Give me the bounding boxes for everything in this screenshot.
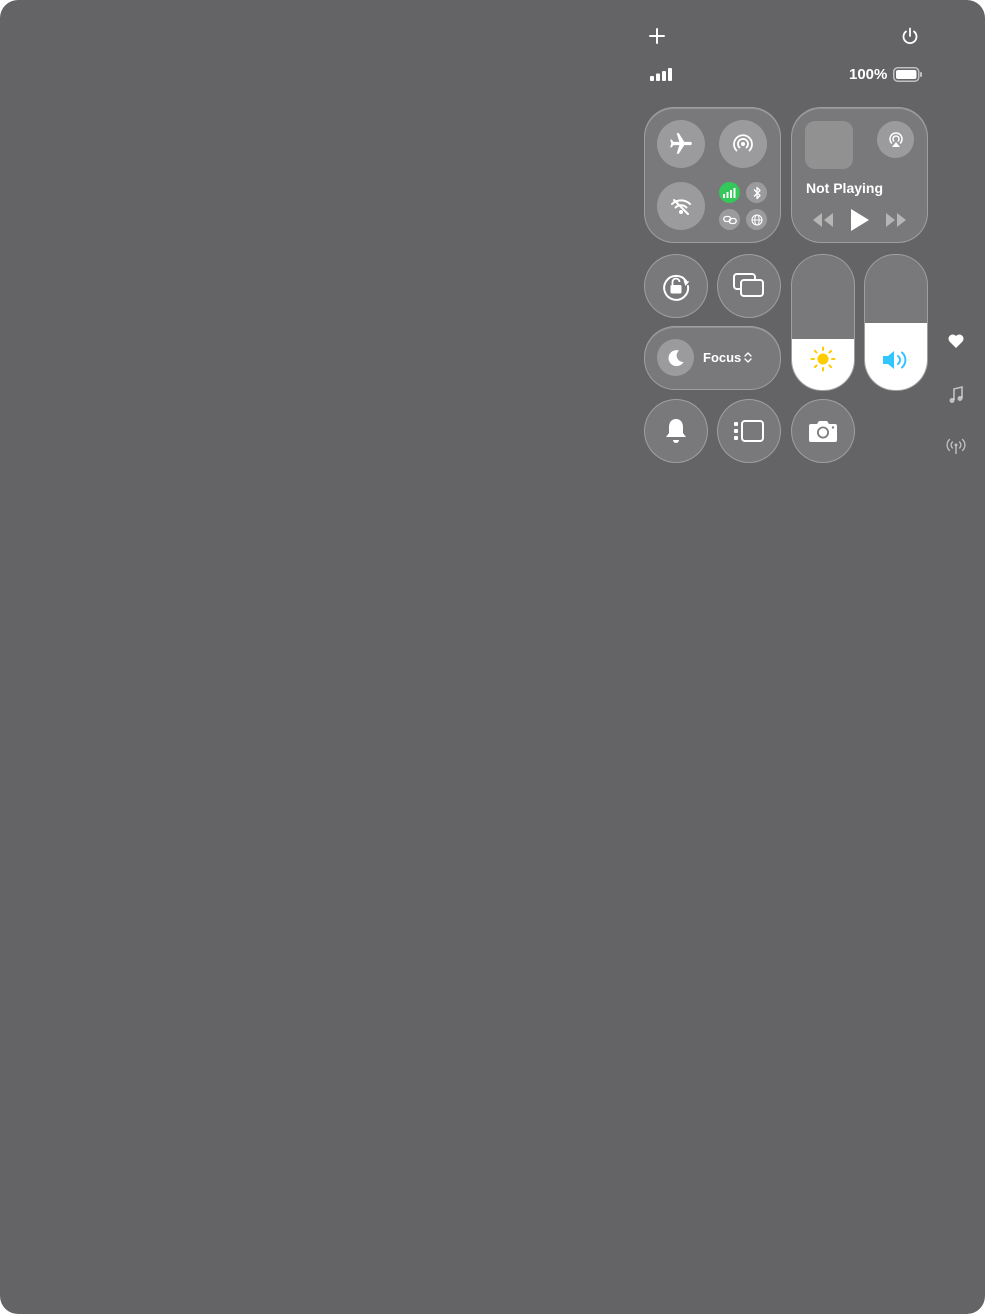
screen-mirroring-icon <box>733 273 764 297</box>
brightness-slider[interactable] <box>791 254 855 391</box>
personal-hotspot-toggle[interactable] <box>719 209 740 230</box>
connectivity-module <box>644 107 781 243</box>
rewind-button[interactable] <box>812 212 834 228</box>
speaker-icon <box>883 351 907 369</box>
cellular-data-toggle[interactable] <box>719 182 740 203</box>
music-note-icon[interactable] <box>948 386 964 404</box>
now-playing-title: Not Playing <box>806 180 884 196</box>
bluetooth-icon <box>753 186 761 199</box>
silent-mode-button[interactable] <box>644 399 708 463</box>
add-control-button[interactable] <box>647 26 667 46</box>
plus-icon <box>649 28 665 44</box>
camera-button[interactable] <box>791 399 855 463</box>
airdrop-toggle[interactable] <box>719 120 767 168</box>
rotation-lock-icon <box>663 274 690 301</box>
antenna-icon[interactable] <box>946 438 966 456</box>
airplane-icon <box>670 133 692 154</box>
cellular-signal-icon <box>650 67 674 81</box>
play-icon <box>851 209 869 231</box>
fast-forward-icon <box>886 213 906 227</box>
airdrop-icon <box>733 134 753 152</box>
power-icon <box>902 27 918 45</box>
airplay-button[interactable] <box>877 121 914 158</box>
stage-manager-button[interactable] <box>717 399 781 463</box>
focus-label: Focus <box>703 350 742 365</box>
bluetooth-toggle[interactable] <box>746 182 767 203</box>
moon-circle <box>657 339 694 376</box>
play-button[interactable] <box>849 208 871 232</box>
album-artwork <box>805 121 853 169</box>
volume-slider[interactable] <box>864 254 928 391</box>
battery-icon <box>893 67 923 82</box>
rewind-icon <box>813 213 833 227</box>
wifi-toggle[interactable] <box>657 182 705 230</box>
link-icon <box>722 215 737 224</box>
now-playing-module[interactable]: Not Playing <box>791 107 928 243</box>
wifi-off-icon <box>671 199 691 215</box>
control-center-screen: 100% Not Playing Focus <box>0 0 985 1314</box>
camera-icon <box>809 421 837 442</box>
airplay-audio-icon <box>888 131 903 147</box>
stage-manager-icon <box>734 420 764 442</box>
chevron-up-down-icon <box>744 351 752 364</box>
battery-percentage: 100% <box>849 66 888 83</box>
heart-icon[interactable] <box>947 333 965 349</box>
orientation-lock-button[interactable] <box>644 254 708 318</box>
bell-icon <box>666 419 686 443</box>
vpn-toggle[interactable] <box>746 209 767 230</box>
cellular-bars-icon <box>723 187 736 198</box>
screen-mirroring-button[interactable] <box>717 254 781 318</box>
focus-button[interactable]: Focus <box>644 326 781 390</box>
moon-icon <box>668 349 683 366</box>
fast-forward-button[interactable] <box>885 212 907 228</box>
sun-icon <box>810 346 836 372</box>
globe-icon <box>750 213 763 226</box>
power-button[interactable] <box>900 26 920 46</box>
airplane-mode-toggle[interactable] <box>657 120 705 168</box>
